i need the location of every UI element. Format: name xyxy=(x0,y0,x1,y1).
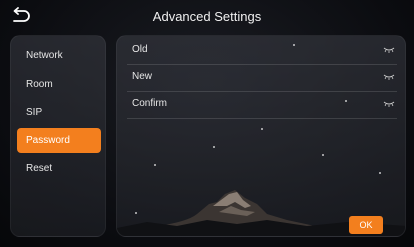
new-password-field[interactable]: New xyxy=(127,65,397,92)
page-title: Advanced Settings xyxy=(152,9,262,24)
confirm-password-label: Confirm xyxy=(132,98,168,109)
eye-closed-icon[interactable] xyxy=(383,101,395,107)
new-password-label: New xyxy=(132,71,153,82)
old-password-label: Old xyxy=(132,44,148,55)
eye-closed-icon[interactable] xyxy=(383,47,395,53)
sidebar-item-reset[interactable]: Reset xyxy=(17,156,101,181)
old-password-field[interactable]: Old xyxy=(127,38,397,65)
sidebar-item-sip[interactable]: SIP xyxy=(17,100,101,125)
eye-closed-icon[interactable] xyxy=(383,74,395,80)
ok-button[interactable]: OK xyxy=(349,216,383,234)
confirm-password-field[interactable]: Confirm xyxy=(127,92,397,119)
title-bar: Advanced Settings xyxy=(0,0,414,34)
sidebar-item-password[interactable]: Password xyxy=(17,128,101,153)
password-panel: Old New Confirm OK xyxy=(116,35,406,237)
sidebar-item-network[interactable]: Network xyxy=(17,43,101,68)
sidebar: Network Room SIP Password Reset xyxy=(10,35,106,237)
sidebar-item-room[interactable]: Room xyxy=(17,72,101,97)
